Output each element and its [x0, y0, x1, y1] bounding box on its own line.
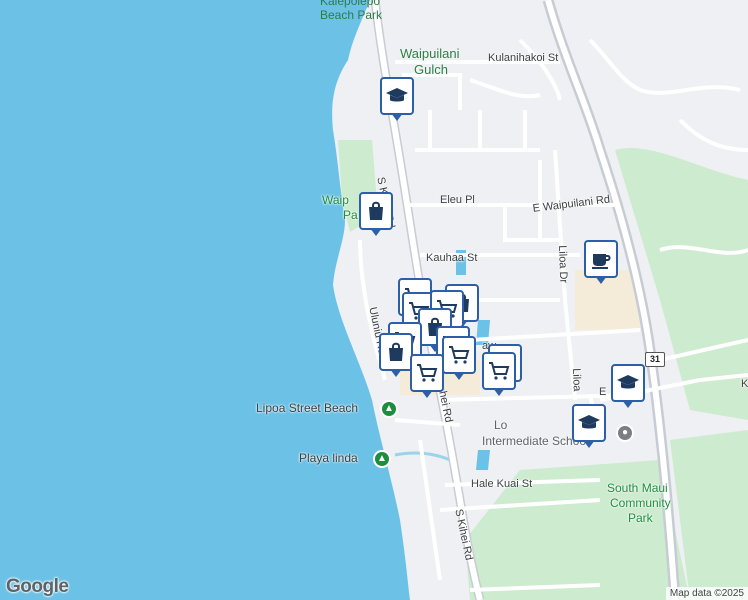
cafe-marker[interactable]	[584, 240, 618, 284]
highway-31-shield: 31	[645, 352, 665, 367]
school-pin-icon[interactable]: ●	[616, 424, 634, 442]
shopping-marker[interactable]	[379, 333, 413, 377]
map-base-layer	[0, 0, 748, 600]
graduation-cap-icon	[386, 88, 408, 102]
shopping-bag-icon	[389, 342, 403, 361]
shopping-cart-icon	[449, 346, 470, 364]
shopping-marker[interactable]	[359, 192, 393, 236]
grocery-marker[interactable]	[482, 352, 516, 396]
graduation-cap-icon	[578, 415, 600, 429]
map-attribution[interactable]: Map data ©2025	[665, 587, 748, 600]
shopping-cart-icon	[489, 362, 510, 380]
pond-3	[476, 450, 490, 470]
graduation-cap-icon	[617, 375, 639, 389]
school-marker[interactable]	[380, 77, 414, 121]
coffee-cup-icon	[592, 254, 611, 269]
shopping-cart-icon	[417, 364, 438, 382]
shopping-bag-icon	[369, 201, 383, 220]
school-marker[interactable]	[572, 404, 606, 448]
park-pin-icon[interactable]: ▲	[373, 450, 391, 468]
map-view[interactable]: Kalepolepo Beach Park Waipuilani Gulch K…	[0, 0, 748, 600]
grocery-marker[interactable]	[410, 354, 444, 398]
school-marker[interactable]	[611, 364, 645, 408]
commercial-area	[575, 270, 640, 330]
grocery-marker[interactable]	[442, 336, 476, 380]
park-pin-icon[interactable]: ▲	[380, 400, 398, 418]
google-logo: Google	[6, 576, 69, 597]
